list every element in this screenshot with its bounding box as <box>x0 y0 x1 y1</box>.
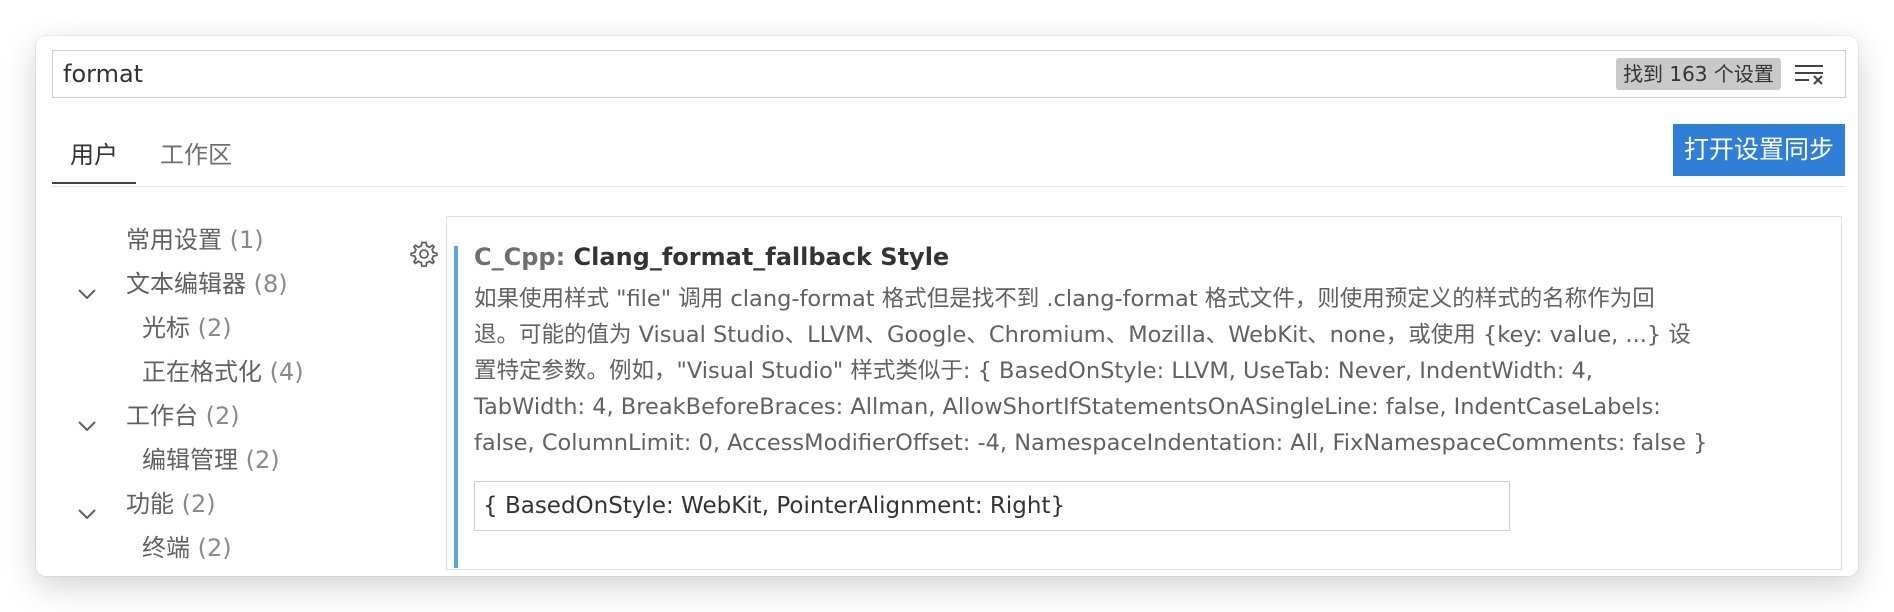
chevron-down-icon[interactable] <box>76 406 98 432</box>
description-line: 置特定参数。例如，"Visual Studio" 样式类似于: { BasedO… <box>474 358 1593 384</box>
toc-item-label: 编辑管理 <box>142 446 238 474</box>
setting-name: Clang_format_fallback Style <box>573 243 950 271</box>
gear-icon[interactable] <box>410 240 438 268</box>
toc-item-count: (8) <box>253 270 288 298</box>
toc-item-count: (2) <box>197 534 232 562</box>
toc-item-count: (2) <box>181 490 216 518</box>
modified-indicator <box>454 246 458 568</box>
settings-tabs: 用户 工作区 <box>52 132 1846 184</box>
search-input[interactable] <box>63 57 1363 91</box>
toc-item-label: 功能 <box>126 490 174 518</box>
toc-item-count: (4) <box>269 358 304 386</box>
setting-description: 如果使用样式 "file" 调用 clang-format 格式但是找不到 .c… <box>474 281 1846 461</box>
toc-item-label: 正在格式化 <box>142 358 262 386</box>
fallback-style-input[interactable] <box>474 481 1510 531</box>
toc-item-cursor[interactable]: 光标 (2) <box>76 306 416 350</box>
settings-toc: 常用设置 (1) 文本编辑器 (8) 光标 (2) 正在格式化 (4) 工作台 … <box>76 218 416 570</box>
toc-item-formatting[interactable]: 正在格式化 (4) <box>76 350 416 394</box>
toc-item-label: 终端 <box>142 534 190 562</box>
toc-item-count: (2) <box>205 402 240 430</box>
toc-item-count: (2) <box>245 446 280 474</box>
toc-item-label: 常用设置 <box>126 226 222 254</box>
toc-item-count: (2) <box>197 314 232 342</box>
tab-user[interactable]: 用户 <box>52 132 136 184</box>
toc-item-text-editor[interactable]: 文本编辑器 (8) <box>76 262 416 306</box>
setting-category: C_Cpp: <box>474 243 574 271</box>
toc-item-count: (1) <box>229 226 264 254</box>
toc-item-features[interactable]: 功能 (2) <box>76 482 416 526</box>
toc-item-label: 光标 <box>142 314 190 342</box>
result-count-badge: 找到 163 个设置 <box>1616 58 1781 90</box>
clear-filter-icon[interactable] <box>1793 59 1827 89</box>
description-line: false, ColumnLimit: 0, AccessModifierOff… <box>474 430 1708 456</box>
toc-item-workbench[interactable]: 工作台 (2) <box>76 394 416 438</box>
tab-workspace[interactable]: 工作区 <box>160 132 232 184</box>
toc-item-commonly-used[interactable]: 常用设置 (1) <box>76 218 416 262</box>
toc-item-label: 工作台 <box>126 402 198 430</box>
tabs-divider <box>52 186 1846 187</box>
chevron-down-icon[interactable] <box>76 274 98 300</box>
setting-title: C_Cpp: Clang_format_fallback Style <box>474 242 949 272</box>
description-line: 如果使用样式 "file" 调用 clang-format 格式但是找不到 .c… <box>474 286 1655 312</box>
toc-item-terminal[interactable]: 终端 (2) <box>76 526 416 570</box>
description-line: 退。可能的值为 Visual Studio、LLVM、Google、Chromi… <box>474 322 1691 348</box>
chevron-down-icon[interactable] <box>76 494 98 520</box>
toc-item-editor-management[interactable]: 编辑管理 (2) <box>76 438 416 482</box>
description-line: TabWidth: 4, BreakBeforeBraces: Allman, … <box>474 394 1661 420</box>
toc-item-label: 文本编辑器 <box>126 270 246 298</box>
turn-on-settings-sync-button[interactable]: 打开设置同步 <box>1673 124 1845 176</box>
search-box[interactable]: 找到 163 个设置 <box>52 50 1846 98</box>
settings-window: 找到 163 个设置 用户 工作区 打开设置同步 常用设置 (1) 文本编辑器 … <box>36 36 1858 576</box>
